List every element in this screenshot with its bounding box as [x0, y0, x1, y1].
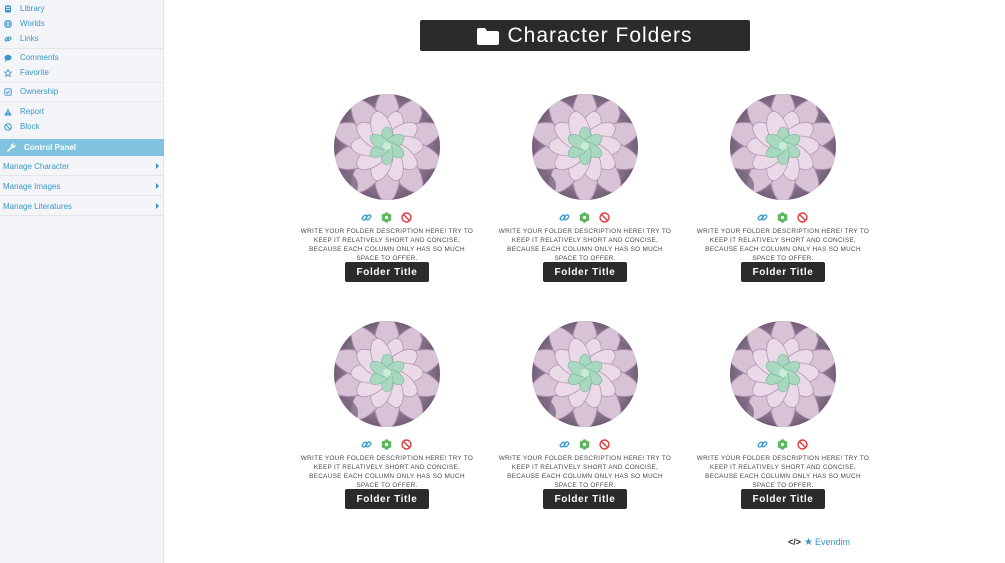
sidebar: Library Worlds Links Comments Favorite O…	[0, 0, 164, 563]
sidebar-item-links[interactable]: Links	[0, 31, 164, 46]
caret-right-icon	[156, 203, 159, 209]
sidebar-item-manage-character[interactable]: Manage Character	[0, 157, 164, 176]
folder-image[interactable]	[334, 321, 440, 427]
folder-card: Write your folder description here! Try …	[297, 94, 477, 294]
folder-image[interactable]	[730, 94, 836, 200]
wrench-icon	[7, 143, 16, 152]
folder-title-button[interactable]: Folder Title	[345, 489, 429, 509]
sidebar-item-worlds[interactable]: Worlds	[0, 16, 164, 31]
folder-actions	[361, 437, 413, 450]
folder-description: Write your folder description here! Try …	[696, 455, 870, 489]
sidebar-item-label: Favorite	[20, 68, 49, 77]
folder-card: Write your folder description here! Try …	[297, 321, 477, 521]
folder-description: Write your folder description here! Try …	[696, 228, 870, 262]
sidebar-item-label: Worlds	[20, 19, 45, 28]
sidebar-item-label: Manage Character	[3, 161, 70, 171]
flower-icon[interactable]	[777, 437, 788, 450]
sidebar-item-label: Library	[20, 4, 45, 13]
star-icon: ★	[804, 536, 813, 548]
folder-image[interactable]	[334, 94, 440, 200]
link-icon[interactable]	[361, 437, 372, 448]
folder-image[interactable]	[532, 94, 638, 200]
sidebar-item-label: Ownership	[20, 87, 59, 96]
sidebar-item-label: Comments	[20, 53, 59, 62]
folder-image[interactable]	[730, 321, 836, 427]
folder-title-button[interactable]: Folder Title	[741, 489, 825, 509]
flower-icon[interactable]	[777, 210, 788, 223]
link-icon	[4, 35, 12, 43]
ban-icon[interactable]	[401, 437, 412, 450]
sidebar-item-report[interactable]: Report	[0, 104, 164, 119]
folder-card: Write your folder description here! Try …	[495, 321, 675, 521]
folder-title-button[interactable]: Folder Title	[543, 489, 627, 509]
folder-actions	[559, 437, 611, 450]
control-panel-header[interactable]: Control Panel	[0, 139, 164, 156]
sidebar-item-comments[interactable]: Comments	[0, 50, 164, 65]
folder-title-button[interactable]: Folder Title	[345, 262, 429, 282]
caret-right-icon	[156, 163, 159, 169]
ban-icon[interactable]	[797, 210, 808, 223]
code-icon: </>	[788, 537, 802, 547]
folder-description: Write your folder description here! Try …	[300, 455, 474, 489]
folder-actions	[757, 210, 809, 223]
sidebar-divider	[0, 82, 164, 83]
flower-icon[interactable]	[381, 437, 392, 450]
sidebar-item-library[interactable]: Library	[0, 1, 164, 16]
sidebar-divider	[0, 48, 164, 49]
sidebar-item-label: Report	[20, 107, 45, 116]
ban-icon[interactable]	[599, 437, 610, 450]
folder-description: Write your folder description here! Try …	[498, 455, 672, 489]
caret-right-icon	[156, 183, 159, 189]
page-title: Character Folders	[507, 23, 693, 47]
credit-name: Evendim	[814, 537, 850, 547]
credit-link[interactable]: </> ★ Evendim	[788, 536, 850, 548]
folder-actions	[559, 210, 611, 223]
check-square-icon	[4, 87, 12, 96]
folder-description: Write your folder description here! Try …	[498, 228, 672, 262]
folder-card: Write your folder description here! Try …	[495, 94, 675, 294]
folder-actions	[361, 210, 413, 223]
comment-icon	[4, 54, 12, 62]
sidebar-item-label: Block	[20, 122, 40, 131]
sidebar-item-label: Manage Images	[3, 181, 61, 191]
folder-actions	[757, 437, 809, 450]
sidebar-item-favorite[interactable]: Favorite	[0, 65, 164, 80]
folder-description: Write your folder description here! Try …	[300, 228, 474, 262]
link-icon[interactable]	[757, 437, 768, 448]
star-icon	[4, 68, 12, 77]
sidebar-item-block[interactable]: Block	[0, 119, 164, 134]
book-icon	[4, 5, 12, 13]
folder-card: Write your folder description here! Try …	[693, 321, 873, 521]
ban-icon	[4, 122, 12, 131]
link-icon[interactable]	[361, 210, 372, 221]
ban-icon[interactable]	[599, 210, 610, 223]
warning-icon	[4, 108, 12, 116]
sidebar-item-label: Links	[20, 34, 39, 43]
sidebar-item-label: Manage Literatures	[3, 201, 72, 211]
folder-title-button[interactable]: Folder Title	[741, 262, 825, 282]
flower-icon[interactable]	[579, 437, 590, 450]
sidebar-item-manage-literatures[interactable]: Manage Literatures	[0, 197, 164, 216]
link-icon[interactable]	[559, 437, 570, 448]
folder-icon	[477, 27, 500, 45]
page-title-banner: Character Folders	[420, 20, 750, 51]
globe-icon	[4, 19, 12, 28]
control-panel-label: Control Panel	[24, 143, 77, 152]
link-icon[interactable]	[757, 210, 768, 221]
folder-title-button[interactable]: Folder Title	[543, 262, 627, 282]
flower-icon[interactable]	[579, 210, 590, 223]
sidebar-item-ownership[interactable]: Ownership	[0, 84, 164, 99]
folder-image[interactable]	[532, 321, 638, 427]
sidebar-divider	[0, 101, 164, 102]
ban-icon[interactable]	[401, 210, 412, 223]
sidebar-item-manage-images[interactable]: Manage Images	[0, 177, 164, 196]
flower-icon[interactable]	[381, 210, 392, 223]
link-icon[interactable]	[559, 210, 570, 221]
folder-card: Write your folder description here! Try …	[693, 94, 873, 294]
ban-icon[interactable]	[797, 437, 808, 450]
